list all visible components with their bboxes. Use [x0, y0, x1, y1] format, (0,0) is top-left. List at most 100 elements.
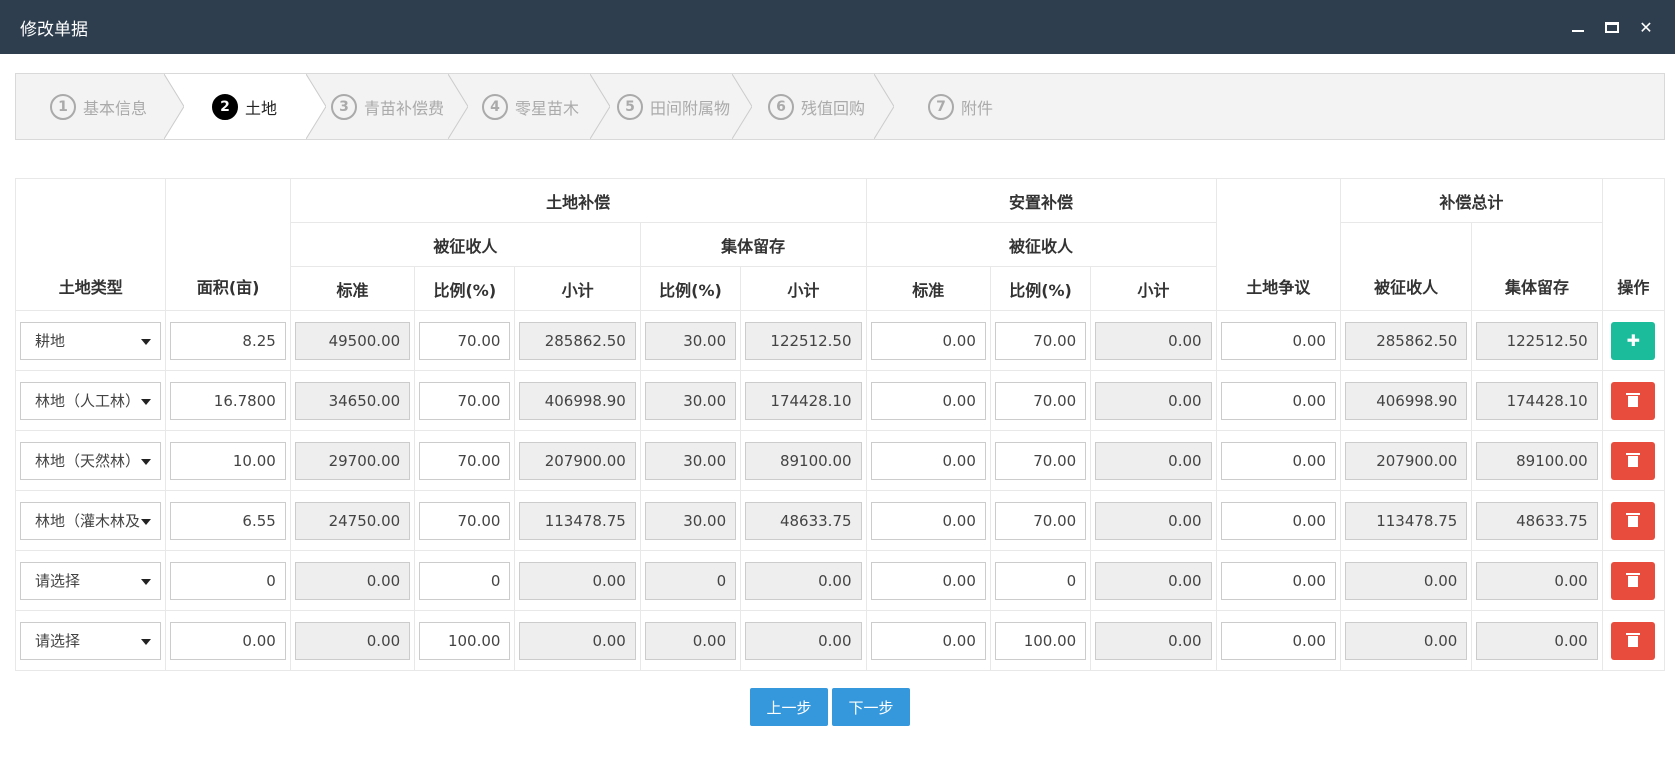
land-type-value: 耕地: [35, 332, 66, 350]
step-divider: [164, 74, 184, 139]
subtotal-field: 0.00: [519, 621, 636, 660]
delete-row-button[interactable]: [1611, 621, 1656, 660]
resettle-ratio-input[interactable]: 100.00: [994, 621, 1087, 660]
land-compensation-table: 土地类型 面积(亩) 土地补偿 安置补偿 土地争议 补偿总计 操作 被征收人 集…: [14, 178, 1666, 671]
step-scattered-trees[interactable]: 4 零星苗木: [482, 74, 579, 139]
standard-field: 49500.00: [294, 321, 411, 360]
resettle-standard-input[interactable]: 0.00: [870, 321, 986, 360]
step-number: 7: [928, 93, 954, 120]
standard-field: 29700.00: [294, 441, 411, 480]
resettle-ratio-input[interactable]: 70.00: [994, 501, 1087, 540]
resettle-ratio-input[interactable]: 70.00: [994, 441, 1087, 480]
total-expropriated-field: 0.00: [1344, 561, 1468, 600]
step-divider: [590, 74, 610, 139]
header-total-expropriated: 被征收人: [1339, 222, 1473, 311]
total-collective-field: 0.00: [1476, 561, 1598, 600]
ratio-input[interactable]: 70.00: [419, 441, 511, 480]
ratio-input[interactable]: 70.00: [419, 321, 511, 360]
land-dispute-input[interactable]: 0.00: [1220, 381, 1336, 420]
step-land[interactable]: 2 土地: [212, 74, 277, 139]
total-expropriated-field: 285862.50: [1344, 321, 1468, 360]
trash-icon: [1626, 633, 1641, 647]
land-dispute-input[interactable]: 0.00: [1220, 441, 1336, 480]
land-type-select[interactable]: 请选择: [20, 621, 162, 660]
total-collective-field: 89100.00: [1476, 441, 1598, 480]
area-input[interactable]: 0: [170, 561, 286, 600]
header-resettle-ratio: 比例(%): [989, 266, 1092, 311]
header-subtotal: 小计: [514, 266, 641, 311]
delete-row-button[interactable]: [1611, 441, 1656, 480]
resettle-standard-input[interactable]: 0.00: [870, 621, 986, 660]
header-operations: 操作: [1601, 178, 1666, 311]
subtotal-field: 285862.50: [519, 321, 636, 360]
header-resettlement-compensation: 安置补偿: [865, 178, 1217, 223]
ratio-input[interactable]: 70.00: [419, 501, 511, 540]
delete-row-button[interactable]: [1611, 381, 1656, 420]
header-expropriated: 被征收人: [289, 222, 641, 267]
land-type-value: 林地（灌木林及: [35, 512, 141, 530]
chevron-down-icon: [141, 518, 152, 525]
wizard-nav: 上一步 下一步: [750, 688, 910, 726]
close-icon[interactable]: ✕: [1637, 18, 1655, 37]
land-dispute-input[interactable]: 0.00: [1220, 321, 1336, 360]
step-basic-info[interactable]: 1 基本信息: [50, 74, 147, 139]
ratio-input[interactable]: 100.00: [419, 621, 511, 660]
header-collective-subtotal: 小计: [740, 266, 867, 311]
header-standard: 标准: [289, 266, 416, 311]
collective-subtotal-field: 0.00: [745, 621, 862, 660]
resettle-ratio-input[interactable]: 0: [994, 561, 1087, 600]
land-dispute-input[interactable]: 0.00: [1220, 621, 1336, 660]
step-label: 田间附属物: [650, 98, 731, 118]
step-residual-buyback[interactable]: 6 残值回购: [768, 74, 865, 139]
land-type-select[interactable]: 耕地: [20, 321, 162, 360]
area-input[interactable]: 6.55: [170, 501, 286, 540]
land-type-select[interactable]: 林地（灌木林及: [20, 501, 162, 540]
area-input[interactable]: 10.00: [170, 441, 286, 480]
resettle-subtotal-field: 0.00: [1095, 381, 1212, 420]
land-dispute-input[interactable]: 0.00: [1220, 501, 1336, 540]
total-collective-field: 0.00: [1476, 621, 1598, 660]
resettle-standard-input[interactable]: 0.00: [870, 441, 986, 480]
step-label: 零星苗木: [515, 98, 580, 118]
step-divider: [448, 74, 468, 139]
area-input[interactable]: 16.7800: [170, 381, 286, 420]
step-number: 2: [212, 93, 238, 120]
add-row-button[interactable]: ✚: [1611, 321, 1656, 360]
step-crop-compensation[interactable]: 3 青苗补偿费: [331, 74, 444, 139]
resettle-subtotal-field: 0.00: [1095, 321, 1212, 360]
chevron-down-icon: [141, 578, 152, 585]
resettle-standard-input[interactable]: 0.00: [870, 501, 986, 540]
land-type-select[interactable]: 林地（天然林）: [20, 441, 162, 480]
delete-row-button[interactable]: [1611, 501, 1656, 540]
collective-ratio-field: 30.00: [644, 501, 737, 540]
table-row: 林地（灌木林及 6.55 24750.00 70.00 113478.75 30.00 48…: [14, 490, 1666, 551]
land-dispute-input[interactable]: 0.00: [1220, 561, 1336, 600]
delete-row-button[interactable]: [1611, 561, 1656, 600]
step-attachments[interactable]: 7 附件: [928, 74, 993, 139]
next-step-button[interactable]: 下一步: [832, 688, 910, 726]
step-wizard: 1 基本信息 2 土地 3 青苗补偿费 4 零星苗木 5 田间附属物 6 残值回…: [15, 73, 1665, 140]
land-type-select[interactable]: 林地（人工林）: [20, 381, 162, 420]
resettle-standard-input[interactable]: 0.00: [870, 561, 986, 600]
prev-step-button[interactable]: 上一步: [750, 688, 828, 726]
area-input[interactable]: 8.25: [170, 321, 286, 360]
standard-field: 0.00: [294, 621, 411, 660]
header-land-compensation: 土地补偿: [289, 178, 867, 223]
subtotal-field: 207900.00: [519, 441, 636, 480]
maximize-icon[interactable]: [1603, 18, 1621, 36]
land-type-select[interactable]: 请选择: [20, 561, 162, 600]
step-field-attachments[interactable]: 5 田间附属物: [617, 74, 730, 139]
resettle-standard-input[interactable]: 0.00: [870, 381, 986, 420]
header-total-compensation: 补偿总计: [1339, 178, 1603, 223]
resettle-ratio-input[interactable]: 70.00: [994, 381, 1087, 420]
minimize-icon[interactable]: [1569, 18, 1587, 36]
resettle-ratio-input[interactable]: 70.00: [994, 321, 1087, 360]
chevron-down-icon: [141, 338, 152, 345]
step-divider: [874, 74, 894, 139]
subtotal-field: 406998.90: [519, 381, 636, 420]
header-resettle-standard: 标准: [865, 266, 991, 311]
chevron-down-icon: [141, 398, 152, 405]
ratio-input[interactable]: 0: [419, 561, 511, 600]
ratio-input[interactable]: 70.00: [419, 381, 511, 420]
area-input[interactable]: 0.00: [170, 621, 286, 660]
